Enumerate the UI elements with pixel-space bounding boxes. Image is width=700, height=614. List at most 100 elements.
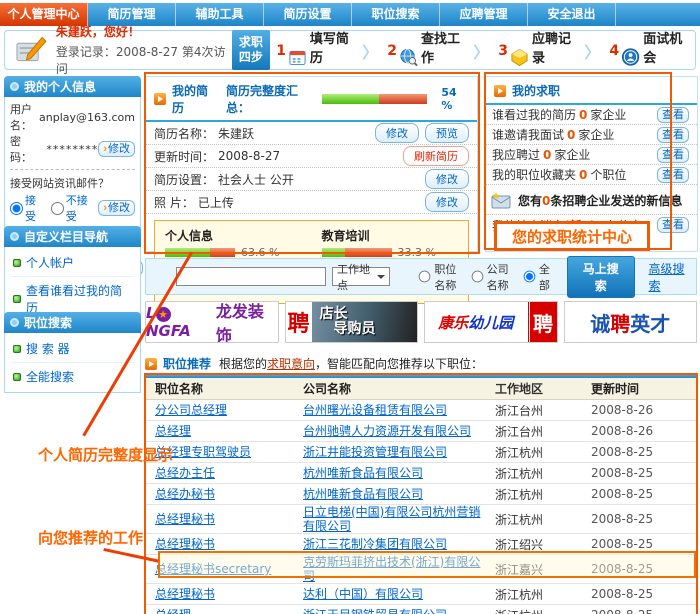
advanced-search-link[interactable]: 高级搜索 <box>649 260 687 294</box>
modify-setting-button[interactable]: 修改 <box>425 169 469 189</box>
banner-recruit-talent[interactable]: 诚聘英才 <box>564 301 698 343</box>
job-row: 分公司总经理 台州曙光设备租赁有限公司 浙江台州 2008-8-26 <box>145 400 697 421</box>
accept-radio[interactable] <box>10 202 23 215</box>
search-scope-radios: 职位名称 公司名称 全部 <box>412 261 553 293</box>
job-intention-link[interactable]: 求职意向 <box>267 357 315 371</box>
banner-longfa[interactable]: L★NGFA 龙发装饰 <box>145 301 279 343</box>
section-personal-info: 个人信息 63.6 % <box>165 227 302 259</box>
nav-tab-application-management[interactable]: 应聘管理 <box>440 3 528 26</box>
view-applied-button[interactable]: 查看 <box>657 147 689 163</box>
interview-person-icon <box>621 47 640 67</box>
sidebar-profile-header: 我的个人信息 <box>4 76 141 97</box>
job-title-link[interactable]: 分公司总经理 <box>155 403 227 417</box>
sidebar-item-personal-account[interactable]: 个人帐户 <box>11 249 134 277</box>
view-inbox-button[interactable]: 查看 <box>657 217 689 233</box>
refresh-resume-button[interactable]: 刷新简历 <box>403 146 469 166</box>
company-link[interactable]: 台州曙光设备租赁有限公司 <box>303 403 447 417</box>
sidebar-item-almighty-search[interactable]: 全能搜索 <box>11 363 134 390</box>
job-hunting-panel-title: 我的求职 <box>512 82 560 99</box>
orange-arrow-icon <box>494 85 506 97</box>
modify-newsletter-button[interactable]: ›修改 <box>98 200 135 216</box>
job-title-link[interactable]: 总经理秘书 <box>155 587 215 601</box>
scope-job-radio[interactable] <box>419 271 431 283</box>
view-invites-button[interactable]: 查看 <box>657 127 689 143</box>
job-title-link[interactable]: 总经理秘书 <box>155 537 215 551</box>
jobs-table: 职位名称 公司名称 工作地区 更新时间 分公司总经理 台州曙光设备租赁有限公司 … <box>145 374 697 614</box>
company-link[interactable]: 台州驰骋人力资源开发有限公司 <box>303 424 471 438</box>
job-row: 总经理 台州驰骋人力资源开发有限公司 浙江台州 2008-8-26 <box>145 421 697 442</box>
jobs-table-header: 职位名称 公司名称 工作地区 更新时间 <box>145 378 697 400</box>
greeting: 朱建跃，您好！ <box>56 23 232 40</box>
search-now-button[interactable]: 马上搜索 <box>567 256 635 298</box>
orange-arrow-icon <box>145 358 157 370</box>
scope-company-radio[interactable] <box>471 271 483 283</box>
job-title-link[interactable]: 总经办秘书 <box>155 487 215 501</box>
jobs-recommend-title: 职位推荐 <box>163 355 211 372</box>
company-link[interactable]: 日立电梯(中国)有限公司杭州营销有限公司 <box>303 505 489 533</box>
company-link[interactable]: 浙江井能投资管理有限公司 <box>303 445 447 459</box>
job-search-bar: 工作地点 职位名称 公司名称 全部 马上搜索 高级搜索 <box>145 258 697 295</box>
globe-search-icon <box>399 47 418 67</box>
company-link[interactable]: 浙江三花制冷集团有限公司 <box>303 537 447 551</box>
sidebar-job-search-header: 职位搜索 <box>4 312 141 333</box>
green-bullet-icon <box>13 295 21 303</box>
keyword-input[interactable] <box>176 267 326 286</box>
job-row: 总经理秘书secretary 克劳斯玛菲挤出技术(浙江)有限公司 浙江嘉兴 20… <box>145 555 697 584</box>
decline-radio[interactable] <box>51 202 64 215</box>
annotation-jobs-note: 向您推荐的工作 <box>38 527 143 548</box>
password-row: 密 码：******** ›修改 <box>10 133 135 165</box>
record-cube-icon <box>510 47 529 67</box>
job-row: 总经理秘书 日立电梯(中国)有限公司杭州营销有限公司 浙江杭州 2008-8-2… <box>145 505 697 534</box>
green-bullet-icon <box>13 373 21 381</box>
job-title-link[interactable]: 总经理秘书 <box>155 512 215 526</box>
nav-tab-job-search[interactable]: 职位搜索 <box>352 3 440 26</box>
resume-name-row: 简历名称：朱建跃 修改 预览 <box>146 122 477 145</box>
modify-password-button[interactable]: ›修改 <box>98 141 135 157</box>
company-link[interactable]: 杭州唯新食品有限公司 <box>303 487 423 501</box>
job-row: 总经办主任 杭州唯新食品有限公司 浙江杭州 2008-8-25 <box>145 463 697 484</box>
section-education: 教育培训 33.3 % <box>322 227 459 259</box>
job-title-link[interactable]: 总经办主任 <box>155 466 215 480</box>
company-link[interactable]: 杭州唯新食品有限公司 <box>303 466 423 480</box>
my-resume-panel: 我的简历 简历完整度汇总： 54 % 简历名称：朱建跃 修改 预览 更新时间：2… <box>145 76 478 252</box>
job-row: 总经理 浙江天目钢铁贸易有限公司 浙江杭州 2008-8-25 <box>145 605 697 614</box>
modify-resume-button[interactable]: 修改 <box>375 123 419 143</box>
step-application-record[interactable]: 3 应聘记录 〉 <box>492 28 603 73</box>
company-link[interactable]: 浙江天目钢铁贸易有限公司 <box>303 608 447 614</box>
mail-icon <box>490 190 514 210</box>
green-bullet-icon <box>13 259 21 267</box>
job-title-link[interactable]: 总经理 <box>155 424 191 438</box>
sidebar-item-search-tool[interactable]: 搜 索 器 <box>11 335 134 363</box>
nav-tab-logout[interactable]: 安全退出 <box>528 3 616 26</box>
step-find-job[interactable]: 2 查找工作 〉 <box>381 28 492 73</box>
calendar-icon <box>288 47 307 67</box>
job-title-link[interactable]: 总经理秘书secretary <box>155 562 271 576</box>
step-interview-chance[interactable]: 4 面试机会 <box>603 28 695 73</box>
login-record: 登录记录：2008-8-27 第4次访问 <box>56 43 232 77</box>
divider <box>10 169 135 170</box>
company-link[interactable]: 达利（中国）有限公司 <box>303 587 423 601</box>
green-bullet-icon <box>13 345 21 353</box>
stat-who-viewed: 谁看过我的简历0家企业 查看 <box>486 105 697 125</box>
modify-photo-button[interactable]: 修改 <box>425 192 469 212</box>
job-row: 总经理秘书 达利（中国）有限公司 浙江杭州 2008-8-25 <box>145 584 697 605</box>
chevron-icon: 〉 <box>584 39 600 63</box>
location-select[interactable]: 工作地点 <box>332 267 390 286</box>
nav-tab-resume-settings[interactable]: 简历设置 <box>264 3 352 26</box>
banner-kindergarten[interactable]: 康乐幼儿园 聘 <box>424 301 558 343</box>
view-favorites-button[interactable]: 查看 <box>657 167 689 183</box>
job-title-link[interactable]: 总经理专职驾驶员 <box>155 445 251 459</box>
company-link[interactable]: 克劳斯玛菲挤出技术(浙江)有限公司 <box>303 555 489 583</box>
banner-store-manager[interactable]: 聘 店长导购员 <box>285 301 419 343</box>
preview-resume-button[interactable]: 预览 <box>425 123 469 143</box>
job-steps: 求职四步 1 填写简历 〉 2 <box>232 31 695 69</box>
job-title-link[interactable]: 总经理 <box>155 608 191 614</box>
scope-all-radio[interactable] <box>524 271 536 283</box>
chevron-icon: 〉 <box>362 39 378 63</box>
completeness-bar <box>322 94 427 104</box>
view-who-viewed-button[interactable]: 查看 <box>657 107 689 123</box>
sidebar-custom-nav-header: 自定义栏目导航 <box>4 226 141 247</box>
stat-interview-invites: 谁邀请我面试0家企业 查看 <box>486 125 697 145</box>
step-fill-resume[interactable]: 1 填写简历 〉 <box>270 28 381 73</box>
star-icon: ★ <box>156 307 171 322</box>
